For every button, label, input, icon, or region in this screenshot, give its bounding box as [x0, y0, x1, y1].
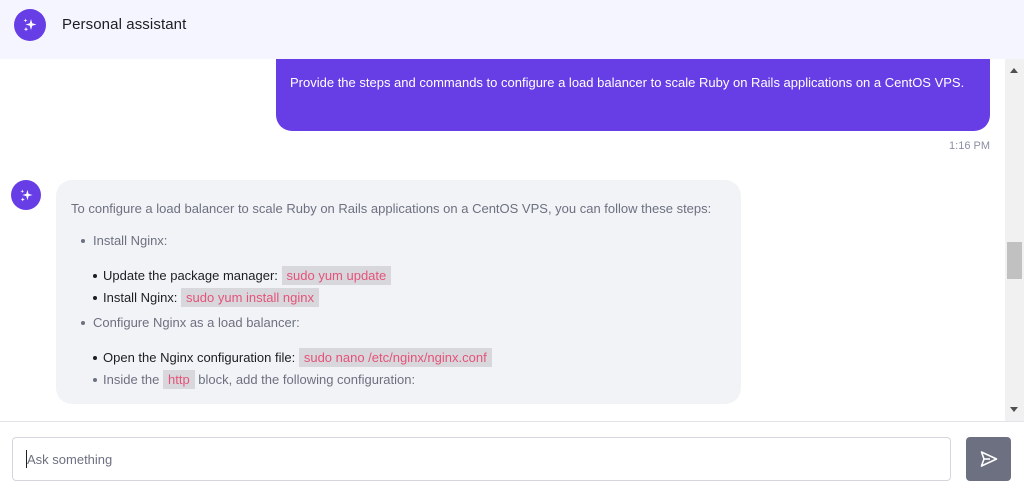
assistant-avatar — [14, 9, 46, 41]
substeps-list: Update the package manager: sudo yum upd… — [93, 265, 726, 309]
sparkles-icon — [19, 188, 33, 201]
send-icon — [980, 451, 997, 467]
sparkles-icon — [23, 18, 37, 32]
text-caret — [26, 450, 27, 468]
scroll-up-arrow-icon[interactable] — [1010, 68, 1018, 73]
send-button[interactable] — [966, 437, 1011, 481]
substep-text: Install Nginx: — [103, 290, 182, 305]
scroll-down-arrow-icon[interactable] — [1010, 407, 1018, 412]
list-item: Configure Nginx as a load balancer: Open… — [81, 313, 726, 391]
list-item: Install Nginx: sudo yum install nginx — [93, 287, 726, 309]
message-composer — [0, 421, 1024, 493]
code-snippet: sudo nano /etc/nginx/nginx.conf — [298, 348, 492, 367]
page-title: Personal assistant — [62, 16, 187, 33]
substep-suffix: block, add the following configuration: — [194, 372, 416, 387]
assistant-avatar — [11, 180, 41, 210]
chat-messages[interactable]: Provide the steps and commands to config… — [0, 59, 1005, 421]
step-label: Configure Nginx as a load balancer: — [93, 315, 300, 330]
list-item: Update the package manager: sudo yum upd… — [93, 265, 726, 287]
list-item: Open the Nginx configuration file: sudo … — [93, 347, 726, 369]
substep-text: Inside the — [103, 372, 163, 387]
user-message: Provide the steps and commands to config… — [276, 59, 990, 131]
code-snippet: sudo yum update — [281, 266, 392, 285]
user-message-text: Provide the steps and commands to config… — [290, 75, 965, 90]
assistant-message: To configure a load balancer to scale Ru… — [56, 180, 741, 404]
substep-text: Update the package manager: — [103, 268, 282, 283]
scrollbar-thumb[interactable] — [1007, 242, 1022, 279]
substep-text: Open the Nginx configuration file: — [103, 350, 299, 365]
list-item: Inside the http block, add the following… — [93, 369, 726, 391]
chat-scrollbar[interactable] — [1005, 59, 1024, 421]
message-input[interactable] — [12, 437, 951, 481]
chat-header: Personal assistant — [0, 0, 1024, 59]
code-snippet: sudo yum install nginx — [181, 288, 319, 307]
steps-list: Install Nginx: Update the package manage… — [71, 231, 726, 391]
list-item: Install Nginx: Update the package manage… — [81, 231, 726, 309]
step-label: Install Nginx: — [93, 233, 168, 248]
substeps-list: Open the Nginx configuration file: sudo … — [93, 347, 726, 391]
code-snippet: http — [163, 370, 195, 389]
assistant-intro: To configure a load balancer to scale Ru… — [71, 201, 712, 216]
message-timestamp: 1:16 PM — [949, 140, 990, 152]
